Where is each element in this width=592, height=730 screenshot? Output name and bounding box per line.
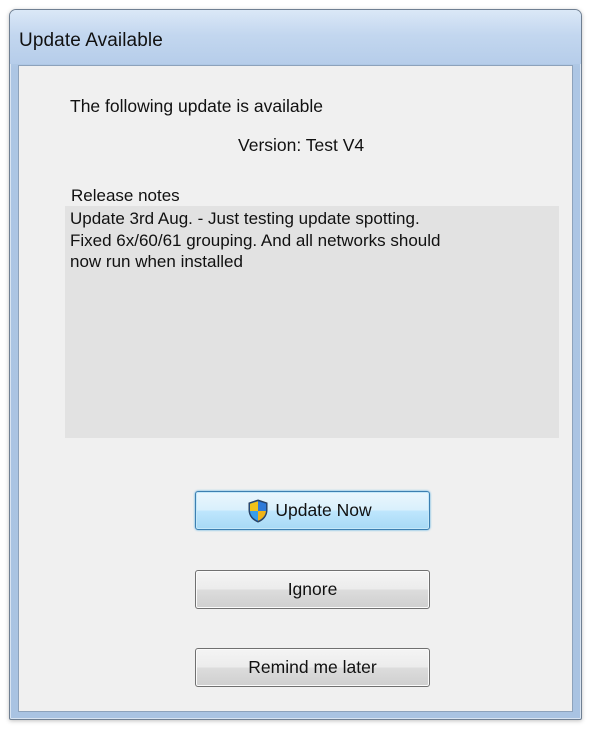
update-now-button[interactable]: Update Now xyxy=(195,491,430,530)
release-notes-line: now run when installed xyxy=(70,252,243,271)
release-notes-label: Release notes xyxy=(71,186,180,205)
release-notes-textbox[interactable]: Update 3rd Aug. - Just testing update sp… xyxy=(65,206,559,438)
title-bar[interactable]: Update Available xyxy=(10,10,581,64)
window-title: Update Available xyxy=(19,30,163,51)
update-now-label: Update Now xyxy=(275,500,372,520)
update-dialog-window: Update Available The following update is… xyxy=(9,9,582,720)
remind-me-later-button[interactable]: Remind me later xyxy=(195,648,430,687)
version-label: Version: Test V4 xyxy=(238,135,365,155)
release-notes-line: Update 3rd Aug. - Just testing update sp… xyxy=(70,209,420,228)
dialog-client-area: The following update is available Versio… xyxy=(18,65,573,712)
uac-shield-icon xyxy=(247,498,269,523)
remind-me-later-label: Remind me later xyxy=(248,657,377,677)
ignore-label: Ignore xyxy=(287,579,338,599)
update-available-message: The following update is available xyxy=(70,96,323,116)
ignore-button[interactable]: Ignore xyxy=(195,570,430,609)
release-notes-line: Fixed 6x/60/61 grouping. And all network… xyxy=(70,230,441,250)
